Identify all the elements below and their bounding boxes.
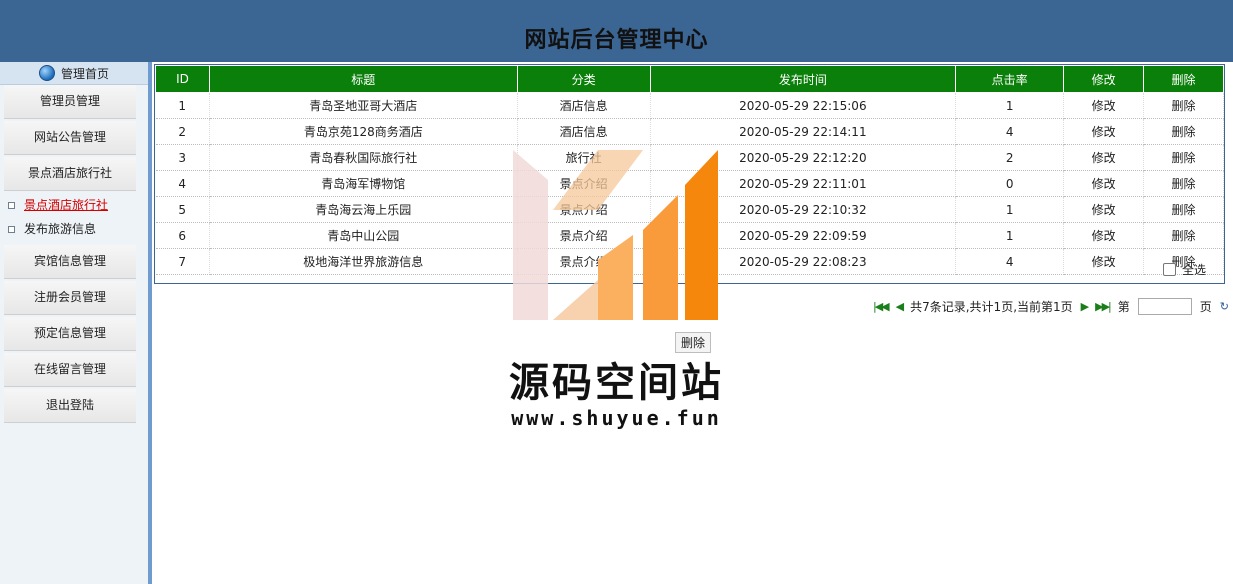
watermark-logo-icon — [513, 150, 718, 320]
next-page-icon[interactable]: ▶ — [1081, 300, 1090, 313]
col-delete: 删除 — [1143, 65, 1224, 93]
edit-link[interactable]: 修改 — [1063, 222, 1145, 249]
refresh-icon[interactable]: ↻ — [1220, 300, 1229, 313]
col-category: 分类 — [516, 65, 651, 93]
edit-link[interactable]: 修改 — [1063, 118, 1145, 145]
submenu-label: 景点酒店旅行社 — [24, 198, 109, 212]
cell-category: 酒店信息 — [517, 118, 651, 145]
menu-hotel-info-manage[interactable]: 宾馆信息管理 — [4, 245, 136, 279]
menu-member-manage[interactable]: 注册会员管理 — [4, 281, 136, 315]
cell-id: 1 — [155, 92, 210, 119]
goto-label: 第 — [1117, 300, 1130, 314]
cell-title: 青岛中山公园 — [209, 222, 518, 249]
header-bar: 网站后台管理中心 — [0, 0, 1233, 62]
select-all-label: 全选 — [1181, 263, 1206, 277]
edit-link[interactable]: 修改 — [1063, 248, 1145, 275]
table-row: 1 青岛圣地亚哥大酒店 酒店信息 2020-05-29 22:15:06 1 修改 删除 — [155, 92, 1224, 119]
page-title: 网站后台管理中心 — [524, 28, 709, 53]
col-time: 发布时间 — [649, 65, 957, 93]
watermark-title: 源码空间站 — [509, 360, 724, 406]
cell-id: 4 — [155, 170, 210, 197]
cell-id: 2 — [155, 118, 210, 145]
edit-link[interactable]: 修改 — [1063, 92, 1145, 119]
submenu-publish-travel-info[interactable]: 发布旅游信息 — [0, 217, 148, 241]
cell-time: 2020-05-29 22:15:06 — [650, 92, 957, 119]
select-all-checkbox[interactable] — [1162, 263, 1176, 276]
cell-id: 7 — [155, 248, 210, 275]
sidebar-home-label: 管理首页 — [60, 66, 109, 81]
submenu-scenic-hotel-agency[interactable]: 景点酒店旅行社 — [0, 193, 148, 217]
cell-title: 青岛京苑128商务酒店 — [209, 118, 518, 145]
table-header-row: ID 标题 分类 发布时间 点击率 修改 删除 — [155, 65, 1224, 93]
last-page-icon[interactable]: ▶▶| — [1095, 300, 1112, 313]
bullet-icon — [8, 202, 15, 209]
cell-clicks: 1 — [955, 92, 1065, 119]
first-page-icon[interactable]: |◀◀ — [873, 300, 890, 313]
col-title: 标题 — [208, 65, 518, 93]
cell-title: 青岛海云海上乐园 — [209, 196, 518, 223]
delete-link[interactable]: 删除 — [1143, 196, 1224, 223]
delete-link[interactable]: 删除 — [1143, 92, 1224, 119]
delete-link[interactable]: 删除 — [1143, 170, 1224, 197]
cell-title: 青岛春秋国际旅行社 — [209, 144, 518, 171]
pager-summary: 共7条记录,共计1页,当前第1页 — [910, 300, 1073, 314]
edit-link[interactable]: 修改 — [1063, 144, 1145, 171]
table-row: 2 青岛京苑128商务酒店 酒店信息 2020-05-29 22:14:11 4 修改 删除 — [155, 118, 1224, 145]
cell-clicks: 4 — [955, 248, 1065, 275]
cell-clicks: 4 — [955, 118, 1065, 145]
col-clicks: 点击率 — [955, 65, 1065, 93]
page-number-input[interactable] — [1137, 298, 1192, 315]
page-suffix: 页 — [1199, 300, 1212, 314]
globe-icon — [38, 65, 55, 81]
cell-title: 青岛圣地亚哥大酒店 — [209, 92, 518, 119]
menu-notice-manage[interactable]: 网站公告管理 — [4, 121, 136, 155]
submenu-label: 发布旅游信息 — [24, 222, 97, 236]
edit-link[interactable]: 修改 — [1063, 196, 1145, 223]
menu-booking-manage[interactable]: 预定信息管理 — [4, 317, 136, 351]
cell-id: 3 — [155, 144, 210, 171]
cell-clicks: 0 — [955, 170, 1065, 197]
cell-clicks: 2 — [955, 144, 1065, 171]
edit-link[interactable]: 修改 — [1063, 170, 1145, 197]
sidebar-home[interactable]: 管理首页 — [0, 62, 148, 85]
cell-title: 极地海洋世界旅游信息 — [209, 248, 518, 275]
col-id: ID — [155, 65, 210, 93]
watermark-url: www.shuyue.fun — [511, 406, 722, 430]
delete-link[interactable]: 删除 — [1143, 144, 1224, 171]
menu-admin-manage[interactable]: 管理员管理 — [4, 85, 136, 119]
cell-clicks: 1 — [955, 196, 1065, 223]
pager: |◀◀ ◀ 共7条记录,共计1页,当前第1页 ▶ ▶▶| 第 页 ↻ — [873, 298, 1229, 315]
prev-page-icon[interactable]: ◀ — [896, 300, 905, 313]
cell-category: 酒店信息 — [517, 92, 651, 119]
delete-link[interactable]: 删除 — [1143, 222, 1224, 249]
bullet-icon — [8, 226, 15, 233]
select-all[interactable]: 全选 — [1162, 261, 1206, 278]
cell-title: 青岛海军博物馆 — [209, 170, 518, 197]
cell-clicks: 1 — [955, 222, 1065, 249]
cell-id: 5 — [155, 196, 210, 223]
cell-time: 2020-05-29 22:14:11 — [650, 118, 957, 145]
cell-id: 6 — [155, 222, 210, 249]
col-edit: 修改 — [1063, 65, 1145, 93]
delete-link[interactable]: 删除 — [1143, 118, 1224, 145]
sidebar: 管理首页 管理员管理 网站公告管理 景点酒店旅行社 景点酒店旅行社 发布旅游信息… — [0, 62, 152, 584]
menu-scenic-hotel-agency[interactable]: 景点酒店旅行社 — [4, 157, 136, 191]
